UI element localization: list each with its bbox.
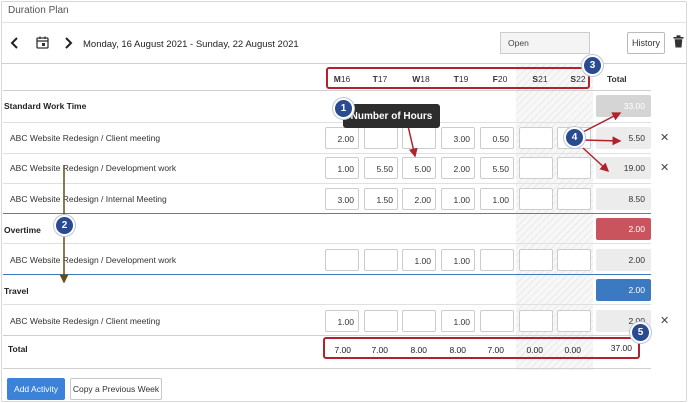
callout-badge: 2 [54,215,75,236]
callout-badge: 4 [564,127,585,148]
callout-badge: 1 [333,98,354,119]
callout-badge: 5 [630,322,651,343]
number-of-hours-tooltip: Number of Hours [343,104,440,128]
annotation-arrows [59,112,622,284]
